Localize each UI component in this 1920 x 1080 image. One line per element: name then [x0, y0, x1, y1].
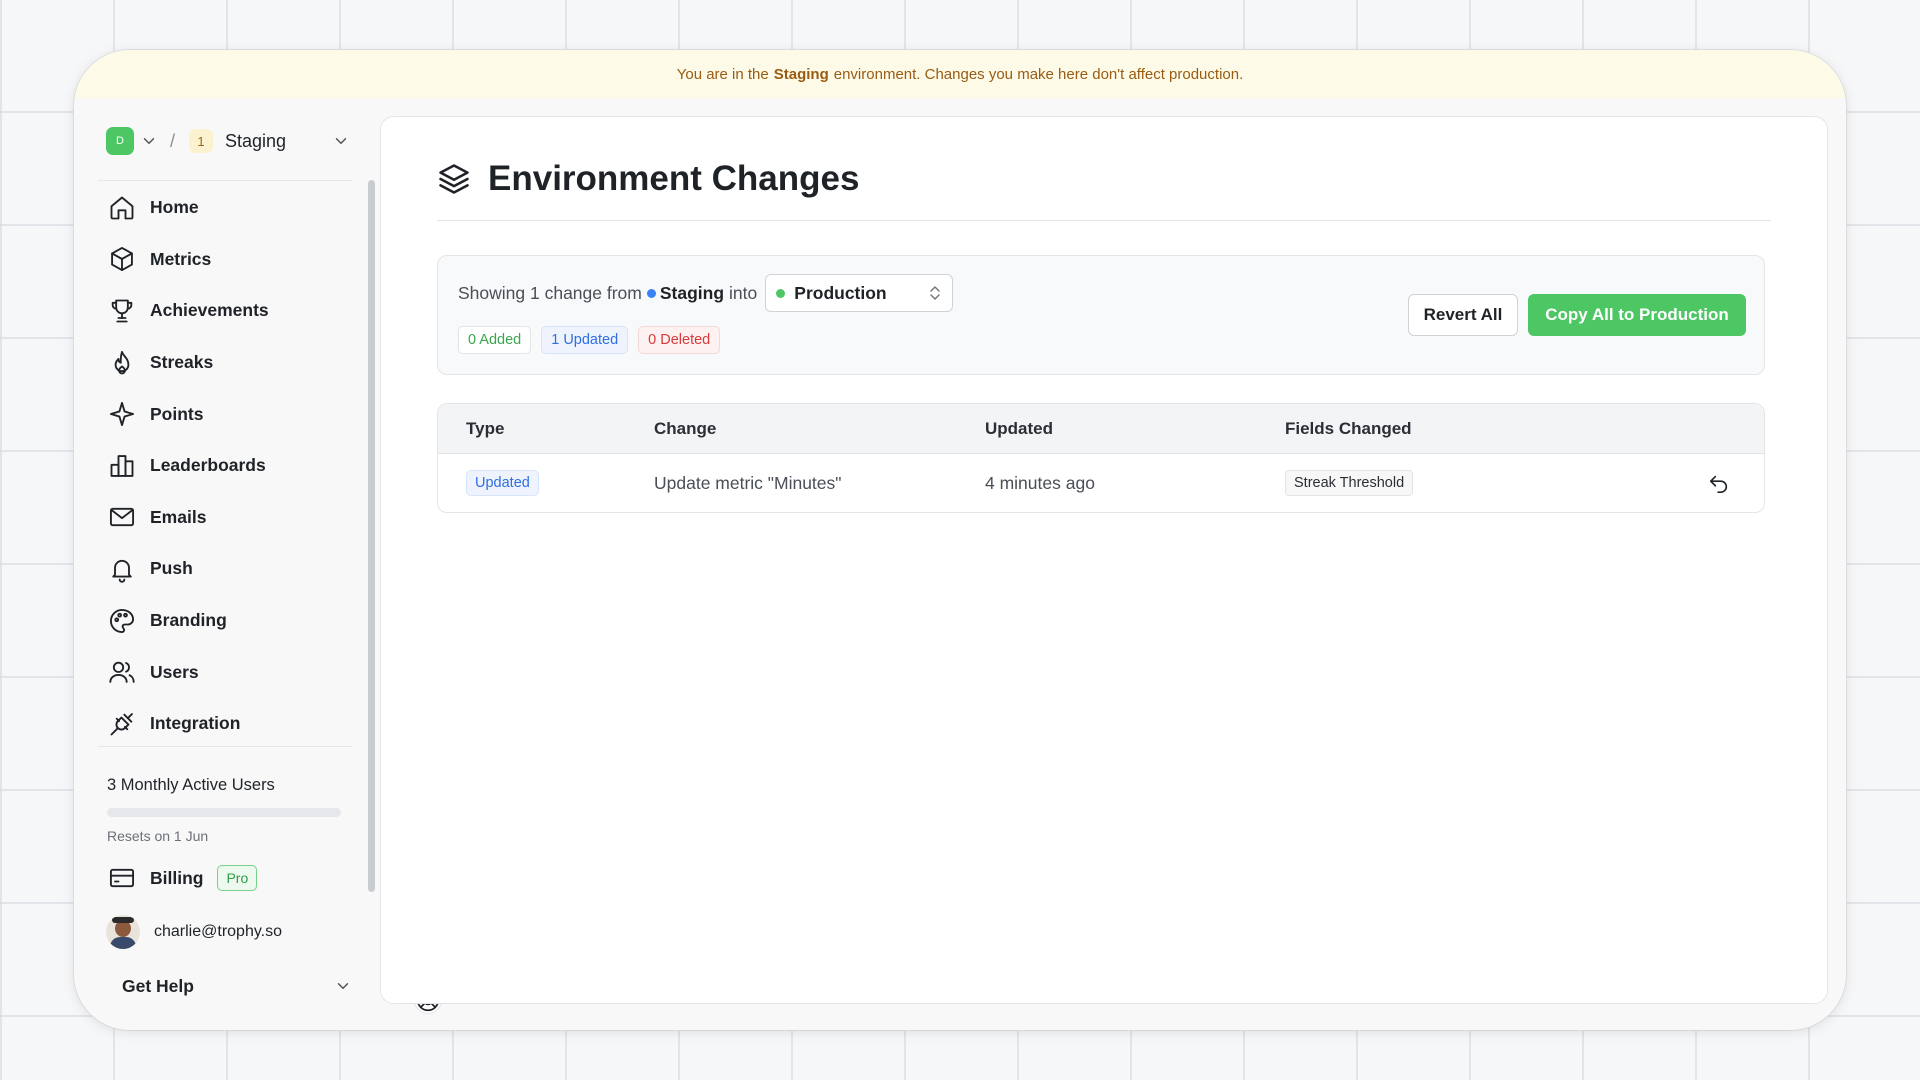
usage-progress-bar: [107, 808, 341, 817]
sidebar-item-label: Emails: [150, 506, 207, 527]
change-count-badges: 0 Added 1 Updated 0 Deleted: [458, 326, 721, 354]
sidebar-item-push[interactable]: Push: [98, 543, 352, 595]
sidebar-nav: Home Metrics Achievements Streaks Points: [98, 182, 352, 750]
sidebar-item-home[interactable]: Home: [98, 182, 352, 234]
chevron-down-icon[interactable]: [140, 132, 158, 150]
flame-icon: [114, 350, 130, 375]
billing-label: Billing: [150, 867, 204, 888]
target-environment-value: Production: [794, 282, 887, 303]
sidebar-item-label: Integration: [150, 713, 241, 734]
sidebar-item-achievements[interactable]: Achievements: [98, 285, 352, 337]
sidebar-item-billing[interactable]: Billing Pro: [108, 860, 258, 896]
column-header-fields-changed: Fields Changed: [1285, 419, 1412, 438]
deleted-count-badge: 0 Deleted: [638, 326, 721, 354]
source-environment: Staging: [659, 282, 725, 303]
layers-icon: [439, 164, 469, 194]
get-help-label: Get Help: [122, 975, 194, 996]
undo-icon[interactable]: [1708, 472, 1730, 494]
sidebar-item-label: Users: [150, 661, 199, 682]
cell-fields-changed: Streak Threshold: [1285, 454, 1414, 512]
breadcrumb-separator: /: [170, 130, 176, 151]
users-icon: [109, 661, 135, 683]
sidebar-item-label: Points: [150, 403, 204, 424]
changes-summary: Showing 1 change from Staging into Produ…: [437, 255, 1765, 375]
changes-table: Type Change Updated Fields Changed Updat…: [437, 403, 1765, 513]
avatar: [106, 915, 140, 949]
sidebar-item-branding[interactable]: Branding: [98, 595, 352, 647]
home-icon: [110, 196, 134, 220]
table-header: Type Change Updated Fields Changed: [438, 404, 1764, 454]
added-count-badge: 0 Added: [458, 326, 532, 354]
sparkle-icon: [109, 402, 135, 427]
banner-suffix: environment. Changes you make here don't…: [833, 65, 1244, 83]
podium-icon: [110, 454, 134, 477]
sidebar-item-metrics[interactable]: Metrics: [98, 234, 352, 286]
copy-all-to-production-button[interactable]: Copy All to Production: [1528, 294, 1746, 336]
banner-prefix: You are in the: [676, 65, 769, 83]
usage-reset-date: Resets on 1 Jun: [107, 828, 209, 844]
sidebar-item-label: Leaderboards: [150, 455, 266, 476]
chevron-up-down-icon: [930, 286, 941, 300]
environment-switcher[interactable]: D / 1 Staging: [106, 114, 350, 168]
account-menu[interactable]: charlie@trophy.so: [106, 914, 282, 950]
sidebar-item-points[interactable]: Points: [98, 388, 352, 440]
column-header-type: Type: [466, 419, 505, 438]
mail-icon: [109, 508, 135, 527]
table-row[interactable]: Updated Update metric "Minutes" 4 minute…: [438, 454, 1764, 512]
column-header-updated: Updated: [985, 419, 1053, 438]
get-help-menu[interactable]: Get Help: [108, 968, 442, 1014]
palette-icon: [110, 608, 135, 633]
usage-label: 3 Monthly Active Users: [107, 776, 275, 794]
account-email: charlie@trophy.so: [154, 923, 282, 940]
target-environment-select[interactable]: Production: [765, 274, 954, 312]
sidebar-item-label: Push: [150, 558, 193, 579]
sidebar-item-emails[interactable]: Emails: [98, 492, 352, 544]
sidebar-item-streaks[interactable]: Streaks: [98, 337, 352, 389]
plug-icon: [110, 712, 133, 736]
field-badge: Streak Threshold: [1285, 470, 1414, 496]
plan-badge: Pro: [217, 865, 258, 891]
banner-env: Staging: [773, 65, 829, 83]
sidebar-divider: [98, 746, 352, 747]
summary-line: Showing 1 change from Staging into Produ…: [458, 274, 954, 312]
cell-change: Update metric "Minutes": [654, 472, 842, 493]
cell-type: Updated: [466, 454, 539, 512]
revert-all-button[interactable]: Revert All: [1408, 294, 1518, 336]
app-window: You are in the Staging environment. Chan…: [74, 50, 1846, 1030]
sidebar-divider: [98, 180, 352, 181]
chevron-down-icon[interactable]: [332, 132, 350, 150]
production-dot-icon: [776, 288, 786, 298]
summary-into: into: [729, 282, 758, 303]
main-panel: Environment Changes Showing 1 change fro…: [380, 116, 1828, 1004]
summary-prefix: Showing 1 change from: [458, 282, 642, 303]
sidebar-item-label: Branding: [150, 610, 227, 631]
sidebar-item-integration[interactable]: Integration: [98, 698, 352, 750]
sidebar-item-label: Metrics: [150, 248, 212, 269]
sidebar-scrollbar[interactable]: [368, 180, 375, 892]
sidebar-item-label: Streaks: [150, 352, 214, 373]
page-header: Environment Changes: [437, 159, 1771, 221]
environment-banner: You are in the Staging environment. Chan…: [74, 50, 1846, 98]
sidebar: D / 1 Staging Home Metrics Achievements …: [74, 98, 442, 1030]
staging-dot-icon: [646, 288, 656, 298]
bell-icon: [112, 559, 132, 583]
updated-count-badge: 1 Updated: [541, 326, 629, 354]
cell-updated: 4 minutes ago: [985, 472, 1095, 493]
org-avatar[interactable]: D: [106, 127, 134, 155]
sidebar-item-users[interactable]: Users: [98, 646, 352, 698]
trophy-icon: [111, 299, 133, 323]
env-avatar: 1: [189, 129, 214, 153]
credit-card-icon: [109, 868, 135, 888]
cube-icon: [111, 247, 133, 272]
sidebar-item-leaderboards[interactable]: Leaderboards: [98, 440, 352, 492]
column-header-change: Change: [654, 419, 717, 438]
sidebar-item-label: Achievements: [150, 300, 269, 321]
chevron-down-icon[interactable]: [334, 977, 352, 995]
sidebar-item-label: Home: [150, 197, 199, 218]
page-title: Environment Changes: [488, 159, 860, 198]
type-badge: Updated: [466, 470, 539, 496]
current-environment[interactable]: Staging: [225, 131, 332, 152]
app-layout: D / 1 Staging Home Metrics Achievements …: [74, 98, 1846, 1030]
